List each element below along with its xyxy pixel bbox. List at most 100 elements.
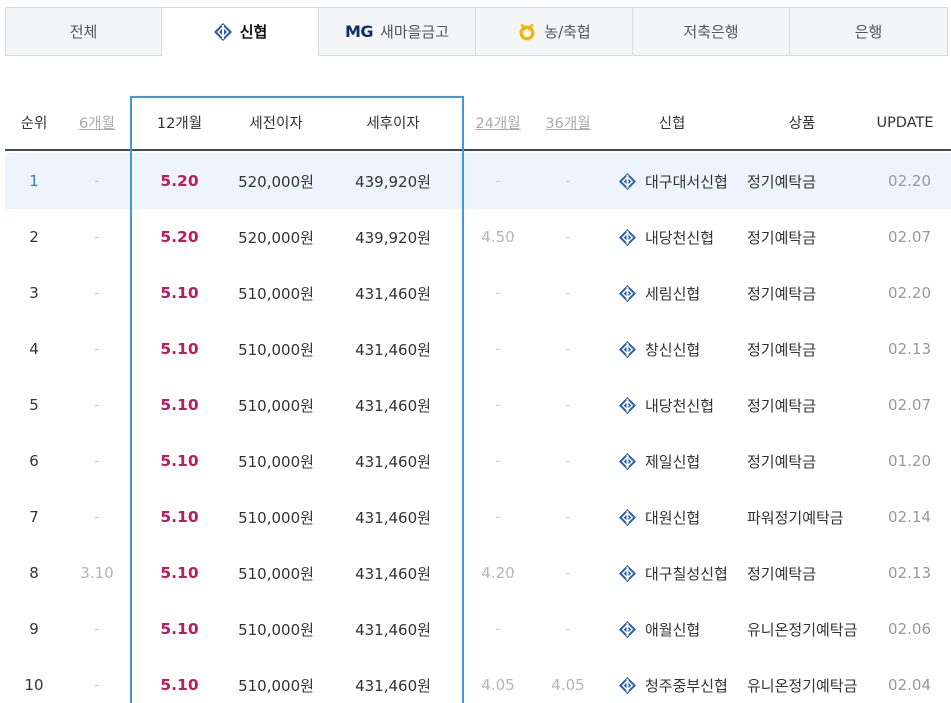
rate-36-months-cell: - xyxy=(565,453,571,469)
bank-cell[interactable]: 내당천신협 xyxy=(618,209,746,265)
bank-cell[interactable]: 내당천신협 xyxy=(618,377,746,433)
rate-24-months-cell: 4.20 xyxy=(481,564,515,582)
shinhyup-logo-icon xyxy=(213,22,233,42)
product-name-cell[interactable]: 정기예탁금 xyxy=(747,321,857,377)
rate-24-months-cell: - xyxy=(495,621,501,637)
rate-6-months-cell: - xyxy=(94,285,100,301)
pre-tax-interest-cell: 510,000원 xyxy=(238,564,314,583)
product-name-cell[interactable]: 정기예탁금 xyxy=(747,153,857,209)
rate-36-months-cell: - xyxy=(565,173,571,189)
product-name-cell[interactable]: 정기예탁금 xyxy=(747,433,857,489)
update-date-cell: 01.20 xyxy=(888,452,931,470)
bank-name: 내당천신협 xyxy=(645,396,715,415)
rate-36-months-cell: - xyxy=(565,341,571,357)
header-rank: 순위 xyxy=(20,116,48,132)
mg-logo: MG xyxy=(344,22,374,41)
rate-6-months-cell: 3.10 xyxy=(80,564,114,582)
table-row[interactable]: 2 - 5.20 520,000원 439,920원 4.50 - 내당천신협 정기예탁금 02.… xyxy=(5,209,951,265)
shinhyup-logo-icon xyxy=(618,452,637,471)
table-row[interactable]: 1 - 5.20 520,000원 439,920원 - - 대구대서신협 정기예탁금 02.20 xyxy=(5,153,951,209)
table-row[interactable]: 10 - 5.10 510,000원 431,460원 4.05 4.05 청주중부신협 유니온… xyxy=(5,657,951,703)
update-date-cell: 02.04 xyxy=(888,676,931,694)
bank-cell[interactable]: 대구대서신협 xyxy=(618,153,746,209)
rank-cell: 10 xyxy=(24,676,44,694)
tab-bank[interactable]: 은행 xyxy=(790,7,948,56)
rate-24-months-cell: - xyxy=(495,509,501,525)
pre-tax-interest-cell: 510,000원 xyxy=(238,508,314,527)
rank-cell: 4 xyxy=(29,340,39,358)
post-tax-interest-cell: 431,460원 xyxy=(355,396,431,415)
shinhyup-logo-icon xyxy=(618,228,637,247)
shinhyup-logo-icon xyxy=(618,340,637,359)
pre-tax-interest-cell: 520,000원 xyxy=(238,172,314,191)
tab-nonghyup[interactable]: 농/축협 xyxy=(476,7,633,56)
tab-savings-bank[interactable]: 저축은행 xyxy=(633,7,790,56)
tab-all-label: 전체 xyxy=(69,23,98,41)
bank-cell[interactable]: 창신신협 xyxy=(618,321,746,377)
product-name-cell[interactable]: 정기예탁금 xyxy=(747,377,857,433)
header-12-months: 12개월 xyxy=(156,116,203,132)
rate-24-months-cell: 4.50 xyxy=(481,228,515,246)
product-name-cell[interactable]: 정기예탁금 xyxy=(747,265,857,321)
rate-36-months-cell: - xyxy=(565,509,571,525)
table-row[interactable]: 7 - 5.10 510,000원 431,460원 - - 대원신협 파워정기예탁금 02.14 xyxy=(5,489,951,545)
bank-cell[interactable]: 제일신협 xyxy=(618,433,746,489)
pre-tax-interest-cell: 510,000원 xyxy=(238,452,314,471)
rate-24-months-cell: - xyxy=(495,397,501,413)
header-24-months[interactable]: 24개월 xyxy=(463,96,533,149)
header-36-months[interactable]: 36개월 xyxy=(533,96,603,149)
rank-cell: 7 xyxy=(29,508,39,526)
rate-36-months-cell: 4.05 xyxy=(551,676,585,694)
bank-cell[interactable]: 애월신협 xyxy=(618,601,746,657)
bank-cell[interactable]: 대원신협 xyxy=(618,489,746,545)
rate-6-months-cell: - xyxy=(94,397,100,413)
pre-tax-interest-cell: 510,000원 xyxy=(238,396,314,415)
bank-name: 내당천신협 xyxy=(645,228,715,247)
rate-6-months-cell: - xyxy=(94,621,100,637)
update-date-cell: 02.07 xyxy=(888,396,931,414)
product-name-cell[interactable]: 정기예탁금 xyxy=(747,209,857,265)
table-row[interactable]: 5 - 5.10 510,000원 431,460원 - - 내당천신협 정기예탁금 02.07 xyxy=(5,377,951,433)
pre-tax-interest-cell: 510,000원 xyxy=(238,284,314,303)
table-row[interactable]: 4 - 5.10 510,000원 431,460원 - - 창신신협 정기예탁금 02.13 xyxy=(5,321,951,377)
bank-name: 대원신협 xyxy=(645,508,701,527)
pre-tax-interest-cell: 510,000원 xyxy=(238,676,314,695)
shinhyup-logo-icon xyxy=(618,172,637,191)
rank-cell: 1 xyxy=(29,172,39,190)
rate-12-months-cell: 5.10 xyxy=(160,284,199,302)
product-name-cell[interactable]: 유니온정기예탁금 xyxy=(747,657,857,703)
bank-name: 청주중부신협 xyxy=(645,676,728,695)
product-name-cell[interactable]: 유니온정기예탁금 xyxy=(747,601,857,657)
post-tax-interest-cell: 431,460원 xyxy=(355,452,431,471)
update-date-cell: 02.14 xyxy=(888,508,931,526)
table-row[interactable]: 9 - 5.10 510,000원 431,460원 - - 애월신협 유니온정기예탁금 02.0… xyxy=(5,601,951,657)
bank-name: 제일신협 xyxy=(645,452,701,471)
header-6-months[interactable]: 6개월 xyxy=(65,96,129,149)
rate-36-months-cell: - xyxy=(565,565,571,581)
rank-cell: 3 xyxy=(29,284,39,302)
tab-shinhyup[interactable]: 신협 xyxy=(162,7,319,56)
product-name-cell[interactable]: 파워정기예탁금 xyxy=(747,489,857,545)
update-date-cell: 02.07 xyxy=(888,228,931,246)
shinhyup-logo-icon xyxy=(618,396,637,415)
shinhyup-logo-icon xyxy=(618,620,637,639)
table-row[interactable]: 8 3.10 5.10 510,000원 431,460원 4.20 - 대구칠성신협 정기예탁… xyxy=(5,545,951,601)
tab-saemaul[interactable]: MG 새마을금고 xyxy=(319,7,476,56)
tab-all[interactable]: 전체 xyxy=(5,7,162,56)
table-row[interactable]: 3 - 5.10 510,000원 431,460원 - - 세림신협 정기예탁금 02.20 xyxy=(5,265,951,321)
bank-cell[interactable]: 대구칠성신협 xyxy=(618,545,746,601)
header-bank: 신협 xyxy=(658,116,686,132)
rate-6-months-cell: - xyxy=(94,341,100,357)
bank-cell[interactable]: 세림신협 xyxy=(618,265,746,321)
product-name-cell[interactable]: 정기예탁금 xyxy=(747,545,857,601)
rate-24-months-cell: - xyxy=(495,173,501,189)
header-post-tax-interest: 세후이자 xyxy=(366,116,420,132)
table-row[interactable]: 6 - 5.10 510,000원 431,460원 - - 제일신협 정기예탁금 01.20 xyxy=(5,433,951,489)
rate-24-months-cell: - xyxy=(495,453,501,469)
bank-cell[interactable]: 청주중부신협 xyxy=(618,657,746,703)
rate-12-months-cell: 5.10 xyxy=(160,508,199,526)
shinhyup-logo-icon xyxy=(618,564,637,583)
rate-36-months-cell: - xyxy=(565,397,571,413)
post-tax-interest-cell: 431,460원 xyxy=(355,284,431,303)
bank-name: 세림신협 xyxy=(645,284,701,303)
